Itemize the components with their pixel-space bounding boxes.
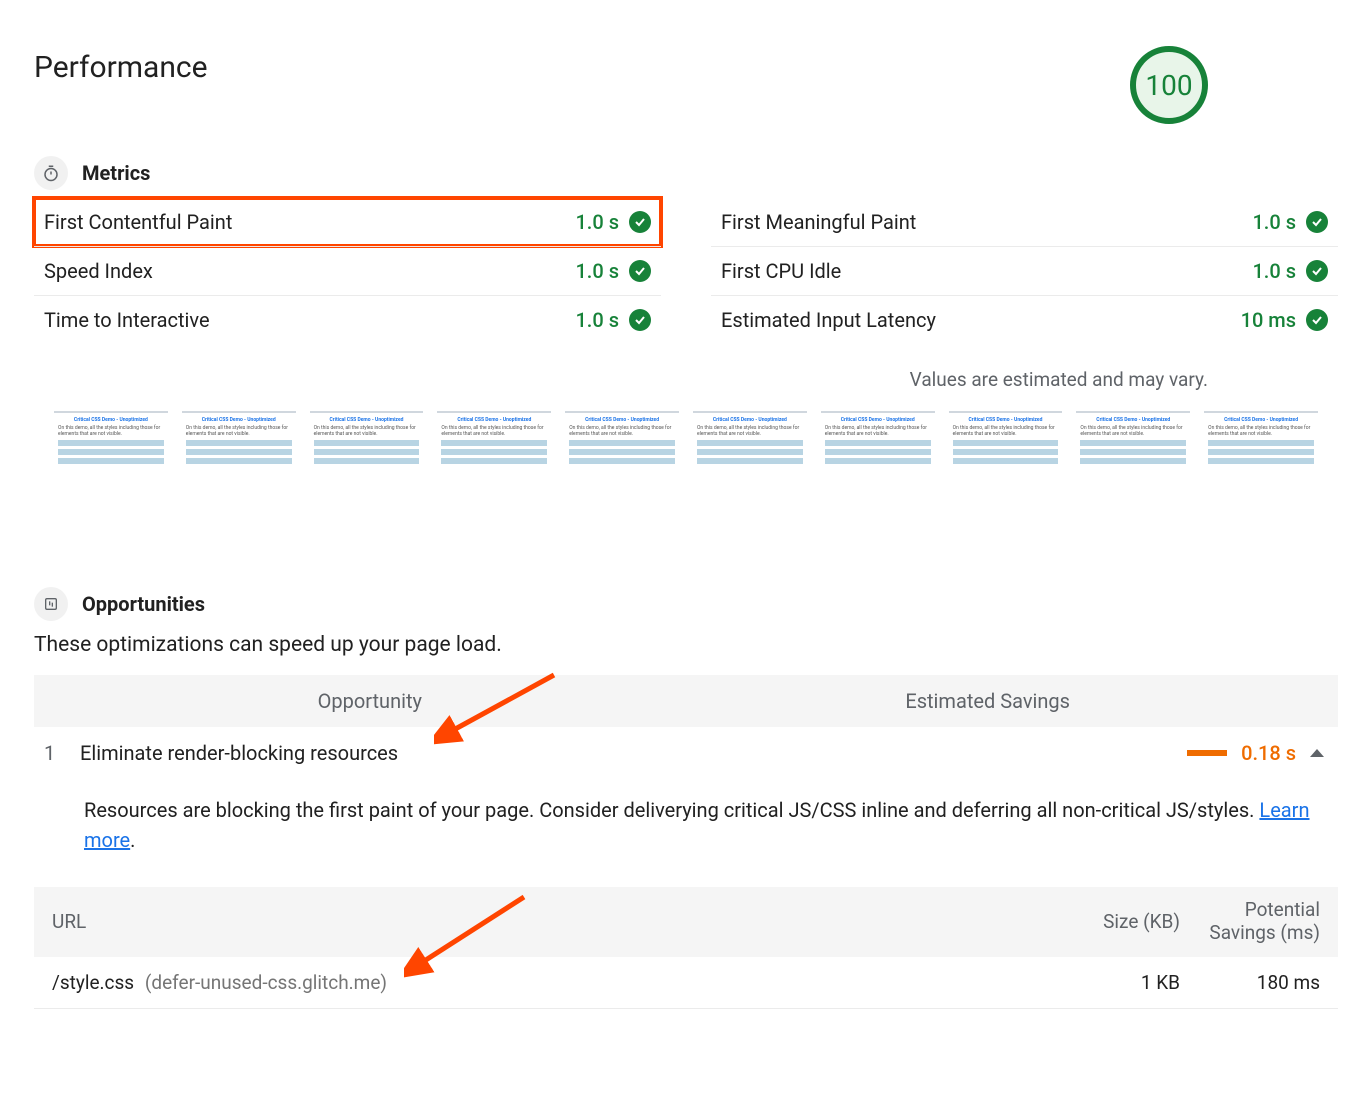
metric-value: 1.0 s xyxy=(575,210,619,234)
column-potential-savings: Potential Savings (ms) xyxy=(1180,899,1320,945)
lab-icon xyxy=(34,587,68,621)
opportunities-title: Opportunities xyxy=(82,592,205,616)
opportunity-detail: Resources are blocking the first paint o… xyxy=(34,779,1338,871)
filmstrip-frame: Critical CSS Demo - UnoptimizedOn this d… xyxy=(821,411,935,551)
opportunity-row[interactable]: 1 Eliminate render-blocking resources 0.… xyxy=(34,727,1338,779)
opportunity-detail-text: Resources are blocking the first paint o… xyxy=(84,798,1259,822)
resource-size: 1 KB xyxy=(1040,971,1180,994)
metric-value: 10 ms xyxy=(1241,308,1296,332)
resource-path: /style.css xyxy=(52,971,134,994)
column-opportunity: Opportunity xyxy=(52,689,422,713)
metric-label: First CPU Idle xyxy=(721,259,1252,283)
filmstrip-frame: Critical CSS Demo - UnoptimizedOn this d… xyxy=(1076,411,1190,551)
metrics-disclaimer: Values are estimated and may vary. xyxy=(34,368,1208,391)
check-circle-icon xyxy=(1306,309,1328,331)
opportunity-table-header: Opportunity Estimated Savings xyxy=(34,675,1338,727)
page-title: Performance xyxy=(34,50,1130,85)
metric-label: Speed Index xyxy=(44,259,575,283)
metric-label: Time to Interactive xyxy=(44,308,575,332)
resource-table-header: URL Size (KB) Potential Savings (ms) xyxy=(34,887,1338,957)
check-circle-icon xyxy=(1306,260,1328,282)
filmstrip-frame: Critical CSS Demo - UnoptimizedOn this d… xyxy=(54,411,168,551)
metrics-section-header: Metrics xyxy=(34,156,1338,190)
opportunity-name: Eliminate render-blocking resources xyxy=(80,741,1187,765)
savings-bar xyxy=(1187,750,1227,756)
chevron-up-icon[interactable] xyxy=(1310,749,1324,757)
performance-score-gauge: 100 xyxy=(1130,46,1208,124)
filmstrip-frame: Critical CSS Demo - UnoptimizedOn this d… xyxy=(949,411,1063,551)
metric-label: First Meaningful Paint xyxy=(721,210,1252,234)
opportunity-savings-value: 0.18 s xyxy=(1241,741,1296,765)
check-circle-icon xyxy=(629,260,651,282)
metric-row[interactable]: First Contentful Paint1.0 s xyxy=(34,198,661,246)
metric-value: 1.0 s xyxy=(575,259,619,283)
metric-label: First Contentful Paint xyxy=(44,210,575,234)
metric-row[interactable]: Estimated Input Latency10 ms xyxy=(711,295,1338,344)
metric-row[interactable]: Time to Interactive1.0 s xyxy=(34,295,661,344)
column-size: Size (KB) xyxy=(1040,910,1180,933)
metric-label: Estimated Input Latency xyxy=(721,308,1241,332)
opportunities-description: These optimizations can speed up your pa… xyxy=(34,633,1338,657)
stopwatch-icon xyxy=(34,156,68,190)
metric-value: 1.0 s xyxy=(1252,259,1296,283)
filmstrip: Critical CSS Demo - UnoptimizedOn this d… xyxy=(54,411,1318,551)
check-circle-icon xyxy=(629,309,651,331)
check-circle-icon xyxy=(629,211,651,233)
resource-row[interactable]: /style.css (defer-unused-css.glitch.me) … xyxy=(34,957,1338,1009)
filmstrip-frame: Critical CSS Demo - UnoptimizedOn this d… xyxy=(437,411,551,551)
score-value: 100 xyxy=(1145,69,1192,102)
opportunities-section-header: Opportunities xyxy=(34,587,1338,621)
filmstrip-frame: Critical CSS Demo - UnoptimizedOn this d… xyxy=(565,411,679,551)
metric-row[interactable]: First CPU Idle1.0 s xyxy=(711,246,1338,295)
filmstrip-frame: Critical CSS Demo - UnoptimizedOn this d… xyxy=(310,411,424,551)
resource-host: (defer-unused-css.glitch.me) xyxy=(145,971,387,994)
metric-row[interactable]: Speed Index1.0 s xyxy=(34,246,661,295)
resource-url: /style.css (defer-unused-css.glitch.me) xyxy=(52,971,1040,994)
metrics-grid: First Contentful Paint1.0 sFirst Meaning… xyxy=(34,198,1338,344)
metrics-title: Metrics xyxy=(82,161,150,185)
metric-value: 1.0 s xyxy=(575,308,619,332)
column-estimated-savings: Estimated Savings xyxy=(422,689,1320,713)
resource-savings: 180 ms xyxy=(1180,971,1320,994)
filmstrip-frame: Critical CSS Demo - UnoptimizedOn this d… xyxy=(693,411,807,551)
filmstrip-frame: Critical CSS Demo - UnoptimizedOn this d… xyxy=(182,411,296,551)
metric-row[interactable]: First Meaningful Paint1.0 s xyxy=(711,198,1338,246)
filmstrip-frame: Critical CSS Demo - UnoptimizedOn this d… xyxy=(1204,411,1318,551)
check-circle-icon xyxy=(1306,211,1328,233)
opportunity-index: 1 xyxy=(44,741,80,765)
metric-value: 1.0 s xyxy=(1252,210,1296,234)
column-url: URL xyxy=(52,910,1040,933)
